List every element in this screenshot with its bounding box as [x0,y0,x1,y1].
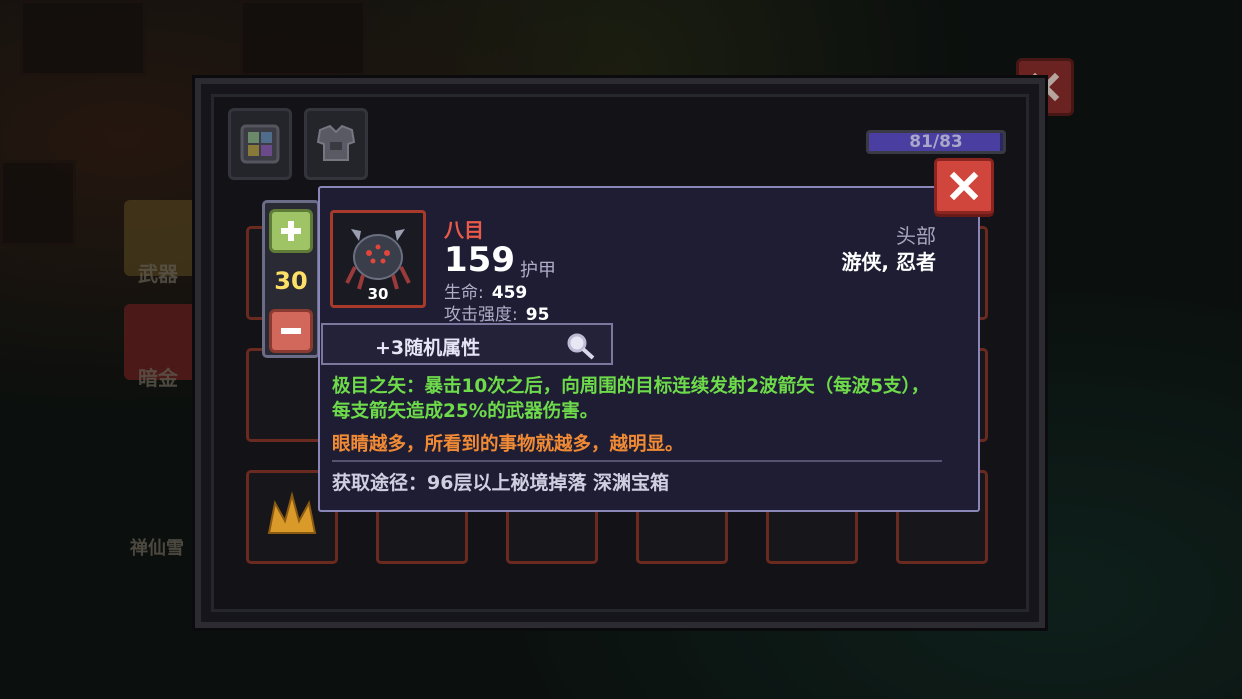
level-value: 30 [274,267,308,295]
spider-helmet-icon [345,229,411,290]
magnifier-icon[interactable] [565,331,599,361]
class-restrictions: 游侠, 忍者 [841,250,936,274]
tab-gems[interactable] [228,108,292,180]
stat-label: 攻击强度: [444,305,518,325]
flavor-text: 眼睛越多，所看到的事物就越多，越明显。 [332,434,684,455]
close-icon [949,171,979,201]
divider [332,460,942,462]
armor-icon [316,124,356,161]
item-source: 获取途径：96层以上秘境掉落 深渊宝箱 [332,472,670,494]
random-attributes-label: +3随机属性 [375,337,481,359]
armor-value: 159 [444,240,515,280]
tab-armor[interactable] [304,108,368,180]
close-tooltip-button[interactable] [934,158,994,214]
stat-attack: 攻击强度: 95 [444,300,549,325]
level-plus-button[interactable] [269,209,313,253]
minus-icon [281,328,301,334]
equip-slot: 头部 [896,224,936,248]
plus-icon [281,221,301,241]
item-level: 30 [367,285,389,303]
level-minus-button[interactable] [269,309,313,353]
item-effect: 极目之矢：暴击10次之后，向周围的目标连续发射2波箭矢（每波5支），每支箭矢造成… [332,376,930,422]
level-stepper: 30 [262,200,320,358]
gem-grid-icon [240,124,280,164]
capacity-text: 81/83 [909,132,963,152]
item-portrait-frame: 30 [330,210,426,308]
item-name: 八目 [444,218,484,242]
stat-value: 95 [525,305,550,325]
capacity-bar: 81/83 [866,130,1006,154]
random-attributes-bar[interactable]: +3随机属性 [321,323,613,365]
